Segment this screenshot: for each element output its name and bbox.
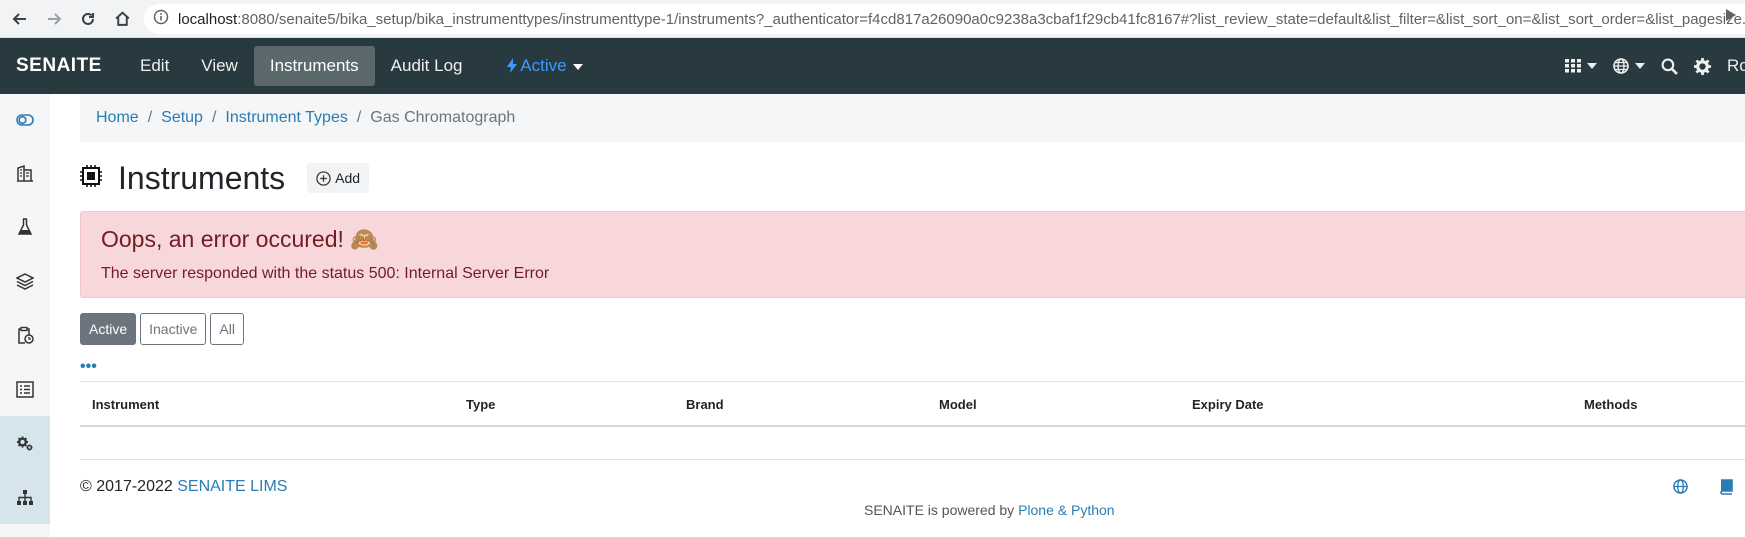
bolt-icon [506,56,521,75]
clients-icon[interactable] [0,146,50,200]
url-overflow-icon [1725,8,1737,26]
breadcrumb-separator: / [211,109,217,126]
url-path: :8080/senaite5/bika_setup/bika_instrumen… [237,10,1745,28]
review-state-filters: Active Inactive All [80,313,248,345]
sitemap-icon[interactable] [0,470,50,524]
add-button-label: Add [335,170,361,186]
grid-icon [1565,59,1581,73]
gear-icon[interactable] [1694,57,1711,75]
senaite-lims-link[interactable]: SENAITE LIMS [177,478,287,495]
powered-by-text: SENAITE is powered by [864,502,1015,518]
breadcrumb-separator: / [147,109,153,126]
instruments-table: Instrument Type Brand Model Expiry Date … [80,381,1745,427]
error-message: The server responded with the status 500… [101,265,550,282]
clipboard-clock-icon[interactable] [0,308,50,362]
search-icon[interactable] [1661,58,1678,75]
url-host: localhost [178,10,238,28]
breadcrumb-separator: / [356,109,362,126]
add-button[interactable]: Add [307,163,370,193]
filter-active-button[interactable]: Active [80,313,137,345]
chevron-down-icon [572,63,583,70]
footer-globe-icon[interactable] [1673,479,1688,499]
chevron-down-icon [1635,63,1645,69]
back-button[interactable] [6,5,34,33]
breadcrumb-setup[interactable]: Setup [161,109,203,127]
footer-divider [80,459,1745,460]
footer-book-icon[interactable] [1719,479,1734,500]
state-label: Active [520,56,567,75]
column-header-model[interactable]: Model [939,397,977,412]
footer-copyright: © 2017-2022 SENAITE LIMS [80,478,287,496]
table-header: Instrument Type Brand Model Expiry Date … [80,381,1745,427]
column-header-methods[interactable]: Methods [1584,397,1637,412]
chevron-down-icon [1587,63,1597,69]
home-button[interactable] [108,5,136,33]
instrument-chip-icon [80,164,102,192]
checklist-icon[interactable] [0,362,50,416]
column-header-instrument[interactable]: Instrument [92,397,159,412]
filter-inactive-button[interactable]: Inactive [140,313,207,345]
footer-powered-by: SENAITE is powered by Plone & Python [864,502,1115,518]
copyright-icon: © [80,478,92,495]
brand-logo[interactable]: SENAITE [16,55,124,77]
language-menu[interactable] [1613,58,1645,74]
plus-circle-icon [316,170,331,186]
copyright-years: 2017-2022 [96,478,173,495]
layers-icon[interactable] [0,254,50,308]
page-header: Instruments Add [80,158,370,198]
filter-all-button[interactable]: All [210,313,244,345]
user-menu[interactable]: Ro [1727,56,1745,76]
reload-button[interactable] [74,5,102,33]
column-header-expiry-date[interactable]: Expiry Date [1192,397,1264,412]
breadcrumb-current: Gas Chromatograph [370,109,516,126]
sidebar-toggle-icon[interactable] [0,94,50,146]
column-header-type[interactable]: Type [466,397,495,412]
sidebar [0,94,50,537]
column-config-icon[interactable]: ••• [80,359,97,375]
nav-view[interactable]: View [185,46,254,86]
apps-menu[interactable] [1565,59,1597,73]
cogs-icon[interactable] [0,416,50,470]
breadcrumb: Home / Setup / Instrument Types / Gas Ch… [80,94,1745,142]
browser-toolbar: localhost:8080/senaite5/bika_setup/bika_… [0,0,1745,38]
globe-icon [1613,58,1629,74]
nav-instruments[interactable]: Instruments [253,46,375,86]
top-navbar: SENAITE Edit View Instruments Audit Log … [0,38,1745,94]
page-title: Instruments [118,159,286,196]
address-bar[interactable]: localhost:8080/senaite5/bika_setup/bika_… [144,4,1745,34]
flask-icon[interactable] [0,200,50,254]
site-info-icon[interactable] [153,9,169,29]
breadcrumb-instrument-types[interactable]: Instrument Types [225,109,347,127]
forward-button[interactable] [40,5,68,33]
column-header-brand[interactable]: Brand [686,397,724,412]
nav-audit-log[interactable]: Audit Log [375,46,479,86]
nav-edit[interactable]: Edit [124,46,185,86]
error-alert: Oops, an error occured! 🙈 The server res… [80,211,1745,298]
plone-python-link[interactable]: Plone & Python [1018,502,1115,518]
error-title: Oops, an error occured! 🙈 [101,226,379,252]
breadcrumb-home[interactable]: Home [96,109,139,127]
state-menu[interactable]: Active [491,46,599,86]
